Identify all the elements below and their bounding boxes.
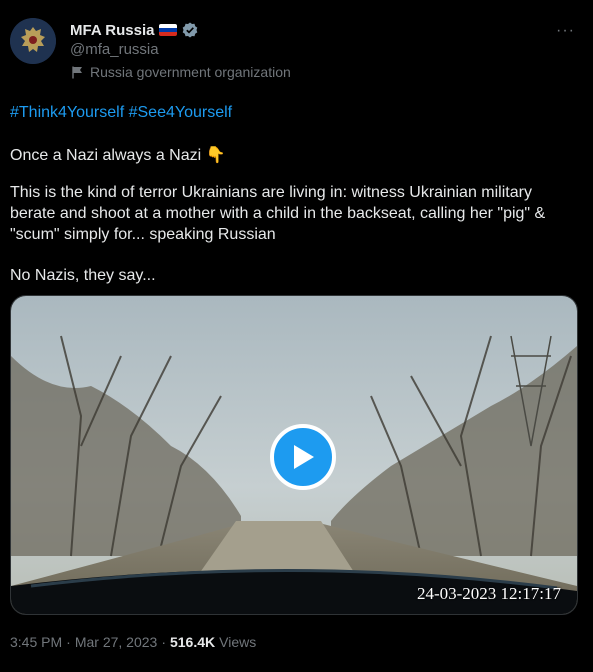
emblem-icon [10, 18, 56, 64]
views-count: 516.4K [169, 634, 216, 650]
flag-pennant-icon [72, 66, 82, 78]
tweet-metadata: 3:45 PM · Mar 27, 2023 · 516.4K Views [10, 634, 256, 650]
russia-flag-icon [159, 24, 178, 36]
views-label: Views [219, 634, 257, 650]
tweet-time[interactable]: 3:45 PM [10, 634, 62, 650]
affiliation-text: Russia government organization [90, 64, 291, 80]
more-options-button[interactable]: ··· [556, 22, 575, 40]
author-handle[interactable]: @mfa_russia [70, 41, 159, 58]
author-display-name[interactable]: MFA Russia [70, 22, 154, 39]
hashtag-link[interactable]: #Think4Yourself [10, 104, 124, 121]
tweet-text-line: No Nazis, they say... [10, 267, 156, 284]
separator-dot: · [161, 634, 166, 650]
video-player[interactable]: 24-03-2023 12:17:17 [10, 295, 578, 615]
play-icon [294, 445, 314, 469]
video-timestamp-overlay: 24-03-2023 12:17:17 [416, 584, 561, 603]
avatar[interactable] [10, 18, 56, 64]
tweet-text-line: Once a Nazi always a Nazi 👇 [10, 147, 226, 164]
play-button[interactable] [270, 424, 336, 490]
verified-badge-icon[interactable] [182, 22, 198, 38]
affiliation-label: Russia government organization [72, 64, 291, 80]
separator-dot: · [66, 634, 71, 650]
author-name-row: MFA Russia [70, 20, 198, 40]
tweet-text-paragraph: This is the kind of terror Ukrainians ar… [10, 184, 546, 243]
hashtag-row: #Think4Yourself #See4Yourself [10, 102, 580, 123]
hashtag-link[interactable]: #See4Yourself [129, 104, 233, 121]
tweet-date[interactable]: Mar 27, 2023 [75, 634, 158, 650]
tweet: MFA Russia @mfa_russia Russia government… [0, 0, 593, 672]
